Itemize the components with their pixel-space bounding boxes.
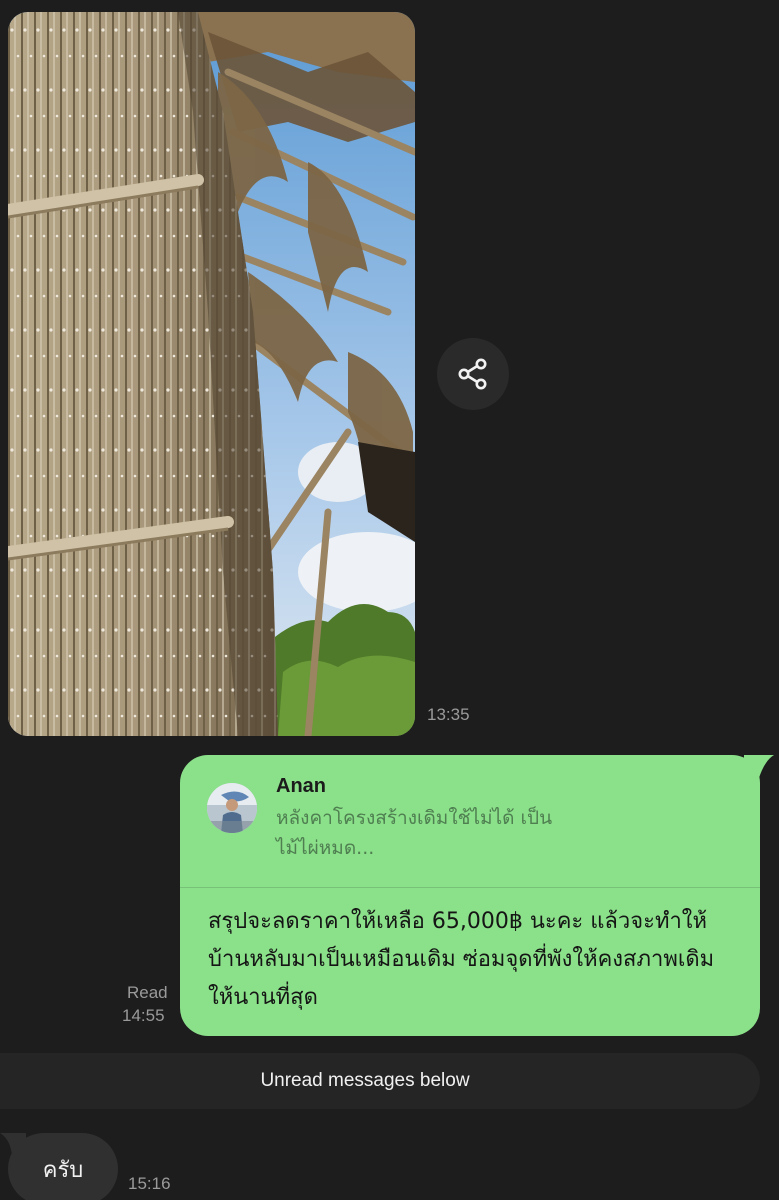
received-timestamp: 15:16: [128, 1174, 171, 1193]
quoted-message[interactable]: Anan หลังคาโครงสร้างเดิมใช้ไม่ได้ เป็นไม…: [180, 755, 760, 888]
quote-author: Anan: [276, 775, 326, 797]
avatar: [207, 783, 257, 833]
received-photo-message[interactable]: [8, 12, 415, 736]
bamboo-house-photo: [8, 12, 415, 736]
read-status: Read: [127, 983, 168, 1002]
unread-divider: Unread messages below: [0, 1053, 760, 1109]
avatar-image: [207, 783, 257, 833]
share-icon: [458, 358, 487, 390]
sent-reply-bubble[interactable]: Anan หลังคาโครงสร้างเดิมใช้ไม่ได้ เป็นไม…: [180, 755, 774, 1036]
bubble-tail: [0, 1133, 26, 1155]
unread-divider-label: Unread messages below: [260, 1070, 470, 1091]
received-message-bubble[interactable]: ครับ: [0, 1133, 118, 1200]
sent-message-text: สรุปจะลดราคาให้เหลือ 65,000฿ นะคะ แล้วจะ…: [208, 909, 715, 1010]
quote-preview-text: หลังคาโครงสร้างเดิมใช้ไม่ได้ เป็นไม้ไผ่ห…: [276, 807, 553, 859]
share-button[interactable]: [437, 338, 509, 410]
chat-screen: 13:35 Anan หลังคาโครงสร้างเดิมใช้ไม่ได้ …: [0, 0, 779, 1200]
photo-timestamp: 13:35: [427, 705, 470, 724]
received-message-text: ครับ: [42, 1157, 84, 1183]
reply-timestamp: 14:55: [122, 1006, 165, 1025]
